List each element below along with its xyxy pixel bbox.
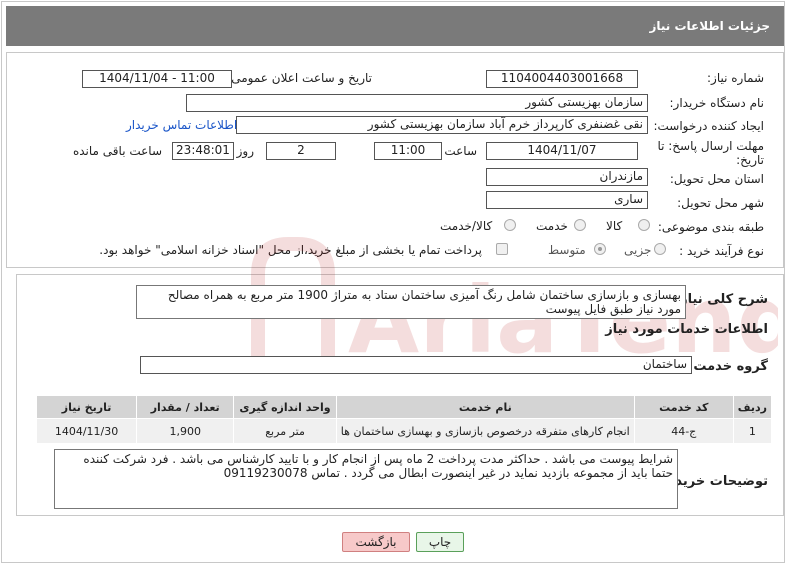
days-field[interactable]: 2 [266, 142, 336, 160]
buyer-org-field[interactable]: سازمان بهزیستی کشور [186, 94, 648, 112]
deadline-time-label: ساعت [444, 144, 477, 158]
summary-label: شرح کلی نیاز: [674, 292, 768, 307]
col-qty: تعداد / مقدار [136, 395, 235, 419]
deadline-time-field[interactable]: 11:00 [374, 142, 442, 160]
category-option-service: خدمت [536, 219, 568, 233]
treasury-payment-checkbox[interactable] [496, 243, 508, 255]
creator-field[interactable]: نقی غضنفری کارپرداز خرم آباد سازمان بهزی… [236, 116, 648, 134]
category-radio-goods[interactable] [638, 219, 650, 231]
page-frame: جزئیات اطلاعات نیاز شماره نیاز: 11040044… [1, 1, 785, 563]
cell-unit: متر مربع [233, 418, 337, 444]
process-option-minor: جزیی [624, 243, 652, 257]
deadline-date-field[interactable]: 1404/11/07 [486, 142, 638, 160]
treasury-payment-note: پرداخت تمام یا بخشی از مبلغ خرید،از محل … [99, 243, 482, 257]
service-group-label: گروه خدمت: [688, 359, 768, 374]
print-button[interactable]: چاپ [416, 532, 464, 552]
remaining-time-field[interactable]: 23:48:01 [172, 142, 234, 160]
buyer-org-label: نام دستگاه خریدار: [669, 96, 765, 110]
back-button[interactable]: بازگشت [342, 532, 410, 552]
process-radio-minor[interactable] [654, 243, 666, 255]
category-option-goods: کالا [606, 219, 623, 233]
col-code: کد خدمت [633, 395, 734, 419]
deadline-label: مهلت ارسال پاسخ: تا تاریخ: [657, 139, 764, 167]
cell-code: ج-44 [633, 418, 734, 444]
province-label: استان محل تحویل: [669, 172, 764, 186]
summary-text[interactable]: بهسازی و بازسازی ساختمان شامل رنگ آمیزی … [136, 285, 686, 319]
category-radio-service[interactable] [574, 219, 586, 231]
announce-field[interactable]: 1404/11/04 - 11:00 [82, 70, 232, 88]
col-date: تاریخ نیاز [35, 395, 138, 419]
announce-label: تاریخ و ساعت اعلان عمومی: [227, 71, 372, 85]
city-field[interactable]: ساری [486, 191, 648, 209]
cell-row: 1 [732, 418, 773, 444]
city-label: شهر محل تحویل: [677, 196, 764, 210]
page-title: جزئیات اطلاعات نیاز [649, 19, 770, 33]
buyer-notes-text[interactable]: شرایط پیوست می باشد . حداکثر مدت پرداخت … [54, 449, 678, 509]
col-row: ردیف [732, 395, 773, 419]
category-radio-goods-service[interactable] [504, 219, 516, 231]
page-header: جزئیات اطلاعات نیاز [6, 6, 784, 46]
remaining-label: ساعت باقی مانده [72, 144, 162, 158]
services-section-title: اطلاعات خدمات مورد نیاز [605, 322, 768, 337]
process-option-medium: متوسط [548, 243, 586, 257]
cell-qty: 1,900 [136, 418, 235, 444]
table-row: 1 ج-44 انجام کارهای متفرقه درخصوص بازساز… [35, 418, 773, 444]
cell-name: انجام کارهای متفرقه درخصوص بازسازی و بهس… [335, 418, 635, 444]
services-table: ردیف کد خدمت نام خدمت واحد اندازه گیری ت… [35, 395, 773, 444]
col-unit: واحد اندازه گیری [233, 395, 337, 419]
need-number-label: شماره نیاز: [707, 71, 764, 85]
process-radio-medium[interactable] [594, 243, 606, 255]
need-number-field[interactable]: 1104004403001668 [486, 70, 638, 88]
table-header-row: ردیف کد خدمت نام خدمت واحد اندازه گیری ت… [35, 395, 773, 419]
cell-date: 1404/11/30 [35, 418, 138, 444]
category-label: طبقه بندی موضوعی: [657, 220, 764, 234]
creator-label: ایجاد کننده درخواست: [653, 119, 764, 133]
col-name: نام خدمت [335, 395, 635, 419]
service-group-field[interactable]: ساختمان [140, 356, 692, 374]
contact-buyer-link[interactable]: اطلاعات تماس خریدار [126, 118, 237, 132]
province-field[interactable]: مازندران [486, 168, 648, 186]
process-label: نوع فرآیند خرید : [679, 244, 764, 258]
category-option-goods-service: کالا/خدمت [440, 219, 493, 233]
